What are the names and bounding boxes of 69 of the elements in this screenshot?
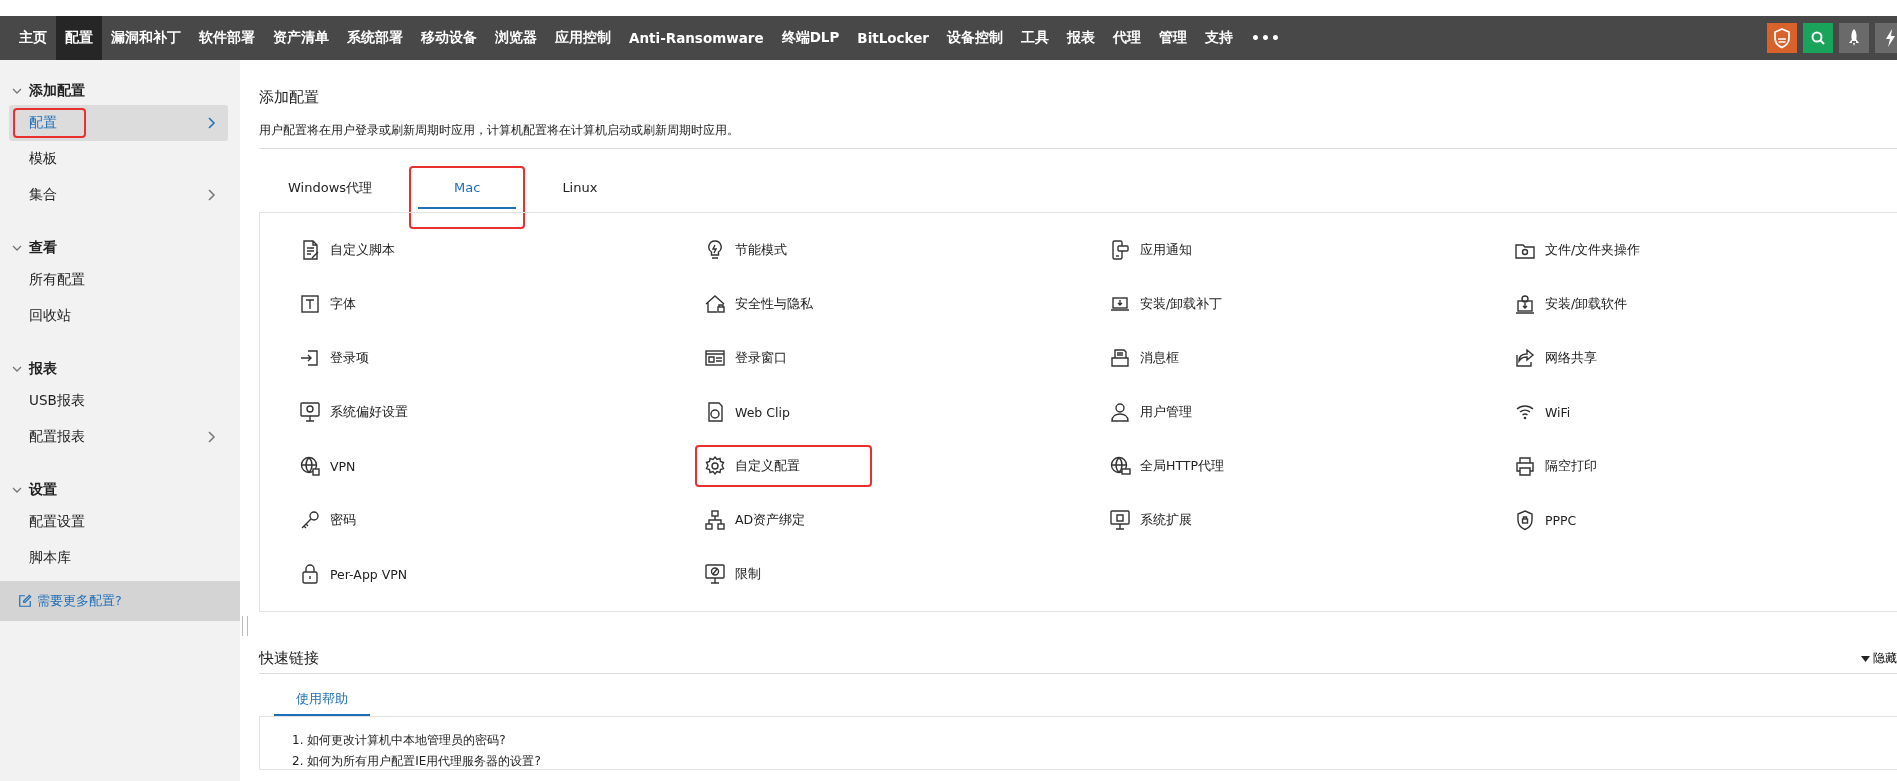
- nav-tab[interactable]: 代理: [1104, 16, 1151, 60]
- os-tab[interactable]: Linux: [539, 166, 621, 229]
- help-link[interactable]: 2. 如何为所有用户配置IE用代理服务器的设置?: [292, 754, 1897, 769]
- config-item[interactable]: 系统扩展: [1100, 499, 1264, 541]
- nav-tab[interactable]: 系统部署: [338, 16, 412, 60]
- nav-tab[interactable]: 主页: [10, 16, 56, 60]
- config-item[interactable]: PPPC: [1505, 499, 1649, 541]
- config-item[interactable]: Web Clip: [695, 391, 862, 433]
- config-item[interactable]: 消息框: [1100, 337, 1251, 379]
- page-description: 用户配置将在用户登录或刷新周期时应用，计算机配置将在计算机启动或刷新周期时应用。: [259, 122, 1897, 149]
- config-item[interactable]: 登录窗口: [695, 337, 859, 379]
- more-button[interactable]: •••: [1242, 16, 1290, 60]
- config-item[interactable]: 自定义脚本: [290, 229, 467, 271]
- section-title: 快速链接: [259, 649, 319, 668]
- nav-tab[interactable]: 浏览器: [486, 16, 546, 60]
- config-item[interactable]: Per-App VPN: [290, 553, 480, 595]
- help-link[interactable]: 1. 如何更改计算机中本地管理员的密码?: [292, 733, 1897, 748]
- config-item[interactable]: 系统偏好设置: [290, 391, 480, 433]
- hide-toggle[interactable]: 隐藏: [1861, 650, 1897, 667]
- section-header[interactable]: 查看: [0, 237, 240, 259]
- config-item[interactable]: 限制: [695, 553, 833, 595]
- sidebar-item[interactable]: 所有配置: [9, 262, 228, 298]
- sidebar-item[interactable]: 配置设置: [9, 504, 228, 540]
- nav-tab[interactable]: 报表: [1058, 16, 1105, 60]
- config-item[interactable]: 字体: [290, 283, 428, 325]
- nav-tab[interactable]: 支持: [1196, 16, 1243, 60]
- config-item[interactable]: 全局HTTP代理: [1100, 445, 1296, 487]
- config-item[interactable]: 隔空打印: [1505, 445, 1669, 487]
- nav-tab[interactable]: 移动设备: [412, 16, 486, 60]
- os-tab[interactable]: Windows代理: [265, 166, 396, 229]
- config-item[interactable]: VPN: [290, 445, 428, 487]
- nav-tab[interactable]: 终端DLP: [772, 16, 849, 60]
- config-item[interactable]: 安装/卸载补丁: [1100, 283, 1295, 325]
- page-title: 添加配置: [259, 87, 320, 107]
- config-item[interactable]: 安全性与隐私: [695, 283, 885, 325]
- section-header[interactable]: 设置: [0, 479, 240, 501]
- config-item[interactable]: 文件/文件夹操作: [1505, 229, 1713, 271]
- config-item[interactable]: 应用通知: [1100, 229, 1264, 271]
- sidebar-item[interactable]: 配置: [9, 105, 228, 141]
- help-tab[interactable]: 使用帮助: [274, 686, 370, 716]
- sidebar-item[interactable]: 模板: [9, 141, 228, 177]
- nav-tab[interactable]: 软件部署: [190, 16, 264, 60]
- sidebar-item[interactable]: 回收站: [9, 298, 228, 334]
- config-item[interactable]: 登录项: [290, 337, 441, 379]
- section-header[interactable]: 添加配置: [0, 80, 240, 102]
- nav-tab[interactable]: 管理: [1150, 16, 1197, 60]
- config-item[interactable]: 网络共享: [1505, 337, 1669, 379]
- nav-tab[interactable]: 配置: [56, 16, 102, 60]
- config-item[interactable]: AD资产绑定: [695, 499, 878, 541]
- config-item[interactable]: 密码: [290, 499, 428, 541]
- sidebar-item[interactable]: USB报表: [9, 383, 228, 419]
- sidebar-item[interactable]: 脚本库: [9, 540, 228, 576]
- config-item[interactable]: WiFi: [1505, 391, 1643, 433]
- nav-tab[interactable]: 工具: [1012, 16, 1059, 60]
- config-item[interactable]: 用户管理: [1100, 391, 1264, 433]
- nav-tab[interactable]: 应用控制: [546, 16, 620, 60]
- nav-tab[interactable]: Anti-Ransomware: [620, 16, 773, 60]
- section-header[interactable]: 报表: [0, 358, 240, 380]
- sidebar-item[interactable]: 配置报表: [9, 419, 228, 455]
- sidebar-item[interactable]: 集合: [9, 177, 228, 213]
- config-item[interactable]: 安装/卸载软件: [1505, 283, 1700, 325]
- nav-tab[interactable]: 设备控制: [938, 16, 1013, 60]
- nav-tab[interactable]: 漏洞和补丁: [102, 16, 190, 60]
- more-configs-link[interactable]: 需要更多配置?: [37, 592, 122, 610]
- config-item[interactable]: 节能模式: [695, 229, 859, 271]
- nav-tab[interactable]: 资产清单: [264, 16, 338, 60]
- config-item[interactable]: 自定义配置: [695, 445, 872, 487]
- nav-tab[interactable]: BitLocker: [848, 16, 939, 60]
- os-tab[interactable]: Mac: [409, 166, 526, 229]
